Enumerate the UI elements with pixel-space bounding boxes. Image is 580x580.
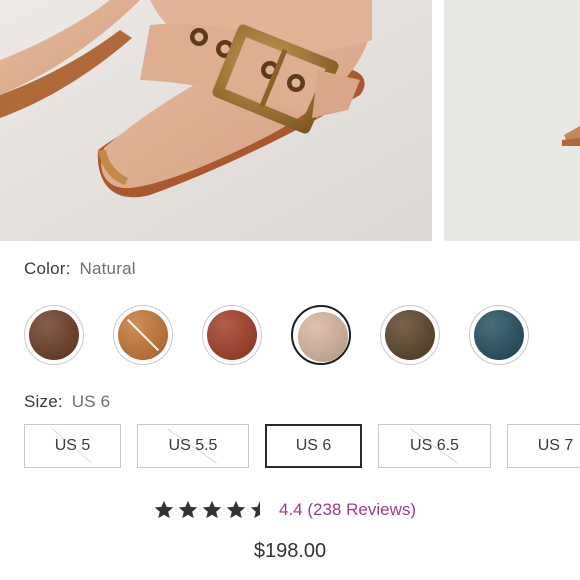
star-full-icon — [202, 500, 222, 519]
reviews-link[interactable]: 4.4 (238 Reviews) — [279, 500, 416, 520]
star-full-icon — [154, 500, 174, 519]
color-swatch-teal[interactable] — [469, 305, 529, 365]
size-label: US 7 — [537, 437, 574, 454]
color-swatch-cognac[interactable] — [113, 305, 173, 365]
size-option-us-5[interactable]: US 5 — [24, 424, 121, 468]
star-rating — [153, 499, 273, 521]
size-label: US 6 — [295, 437, 332, 454]
size-option-us-6[interactable]: US 6 — [265, 424, 362, 468]
star-full-icon — [226, 500, 246, 519]
boot-side-image — [444, 0, 580, 241]
swatch-fill — [29, 310, 79, 360]
color-swatches — [24, 305, 544, 367]
swatch-fill — [474, 310, 524, 360]
product-image-main[interactable] — [0, 0, 432, 241]
size-label: US 5.5 — [168, 437, 218, 454]
color-swatch-dark-brown[interactable] — [380, 305, 440, 365]
swatch-fill — [298, 312, 348, 362]
size-label-row: Size: US 6 — [24, 392, 110, 412]
selected-size-name: US 6 — [71, 392, 111, 411]
selected-color-name: Natural — [79, 259, 136, 278]
swatch-fill — [207, 310, 257, 360]
product-image-next[interactable] — [444, 0, 580, 241]
swatch-fill — [385, 310, 435, 360]
size-label: US 5 — [54, 437, 91, 454]
size-label: US 6.5 — [410, 437, 459, 454]
color-swatch-red[interactable] — [202, 305, 262, 365]
size-label: Size: — [24, 392, 63, 411]
boot-closeup-image — [0, 0, 432, 241]
color-label-row: Color: Natural — [24, 259, 136, 279]
image-carousel[interactable] — [0, 0, 580, 241]
size-option-us-5-5[interactable]: US 5.5 — [137, 424, 249, 468]
color-swatch-brown[interactable] — [24, 305, 84, 365]
color-label: Color: — [24, 259, 71, 278]
star-full-icon — [178, 500, 198, 519]
product-price: $198.00 — [253, 540, 327, 562]
star-half-icon — [250, 500, 260, 519]
size-option-us-7[interactable]: US 7 — [507, 424, 580, 468]
size-options: US 5 US 5.5 US 6 US 6.5 US 7 — [0, 424, 580, 470]
product-rating: 4.4 (238 Reviews) — [0, 498, 580, 524]
unavailable-slash-icon — [126, 318, 160, 352]
color-swatch-natural[interactable] — [291, 305, 351, 365]
size-option-us-6-5[interactable]: US 6.5 — [378, 424, 491, 468]
